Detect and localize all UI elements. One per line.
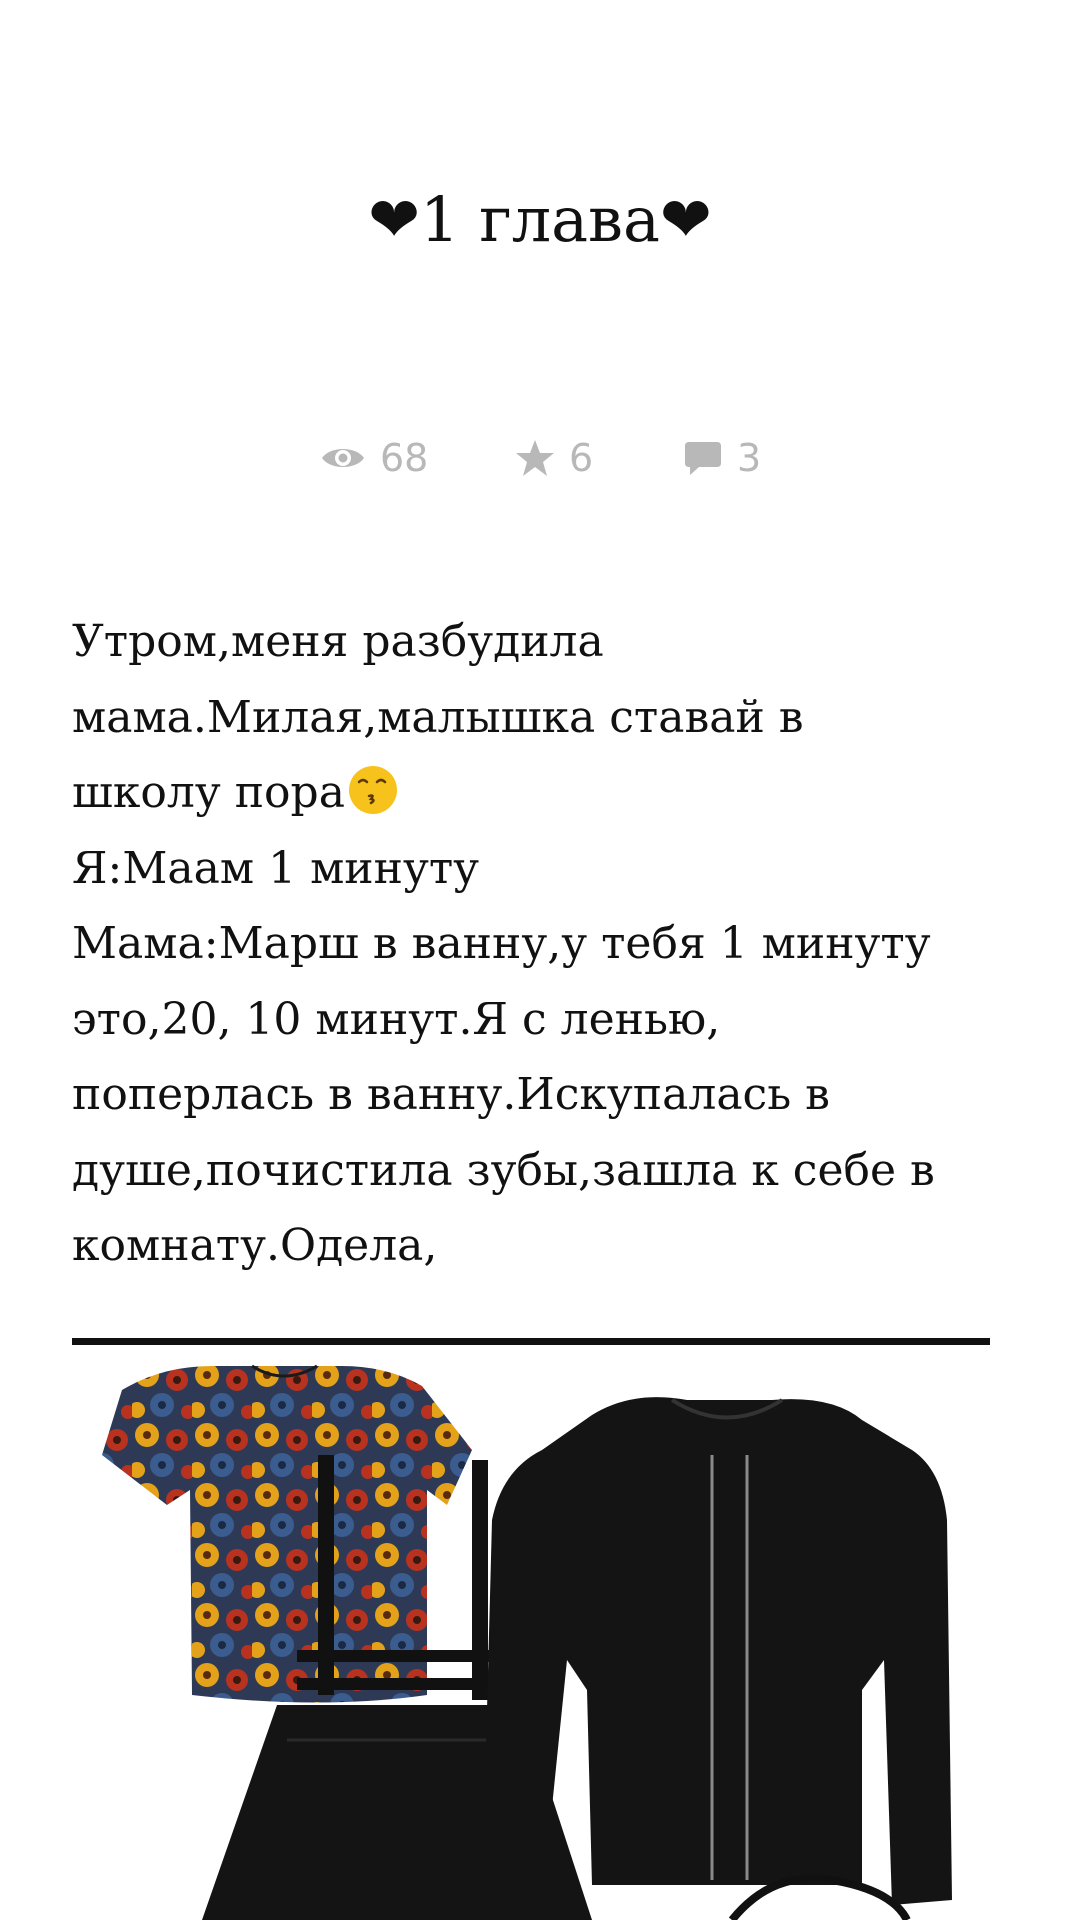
- chapter-title: ❤1 глава❤: [368, 183, 712, 256]
- views-count: 68: [380, 436, 429, 480]
- outfit-collage-image[interactable]: [72, 1360, 990, 1920]
- story-text: Утром,меня разбудила мама.Милая,малышка …: [72, 604, 1012, 1284]
- section-divider: [72, 1338, 990, 1345]
- story-line: поперлась в ванну.Искупалась в: [72, 1069, 830, 1120]
- comments-stat[interactable]: 3: [683, 428, 761, 488]
- chapter-page: ❤1 глава❤ 68 6 3 Утром,меня разбудила ма…: [0, 0, 1080, 1920]
- star-icon: [515, 438, 555, 478]
- comment-icon: [683, 439, 723, 477]
- story-line-text: школу пора: [72, 767, 345, 818]
- stars-stat[interactable]: 6: [515, 428, 593, 488]
- stats-bar: 68 6 3: [0, 428, 1080, 488]
- kissing-face-emoji-icon: [347, 763, 399, 815]
- story-line: Утром,меня разбудила: [72, 616, 604, 667]
- story-line: школу пора: [72, 755, 1012, 831]
- story-line: это,20, 10 минут.Я с ленью,: [72, 993, 721, 1045]
- story-line: комнату.Одела,: [72, 1220, 438, 1271]
- story-line: Я:Маам 1 минуту: [72, 842, 480, 894]
- stars-count: 6: [569, 436, 594, 480]
- story-line: мама.Милая,малышка ставай в: [72, 691, 804, 743]
- comments-count: 3: [737, 436, 762, 480]
- story-line: душе,почистила зубы,зашла к себе в: [72, 1144, 935, 1196]
- eye-icon: [320, 443, 366, 473]
- story-line: Мама:Марш в ванну,у тебя 1 минуту: [72, 918, 931, 969]
- views-stat: 68: [320, 428, 428, 488]
